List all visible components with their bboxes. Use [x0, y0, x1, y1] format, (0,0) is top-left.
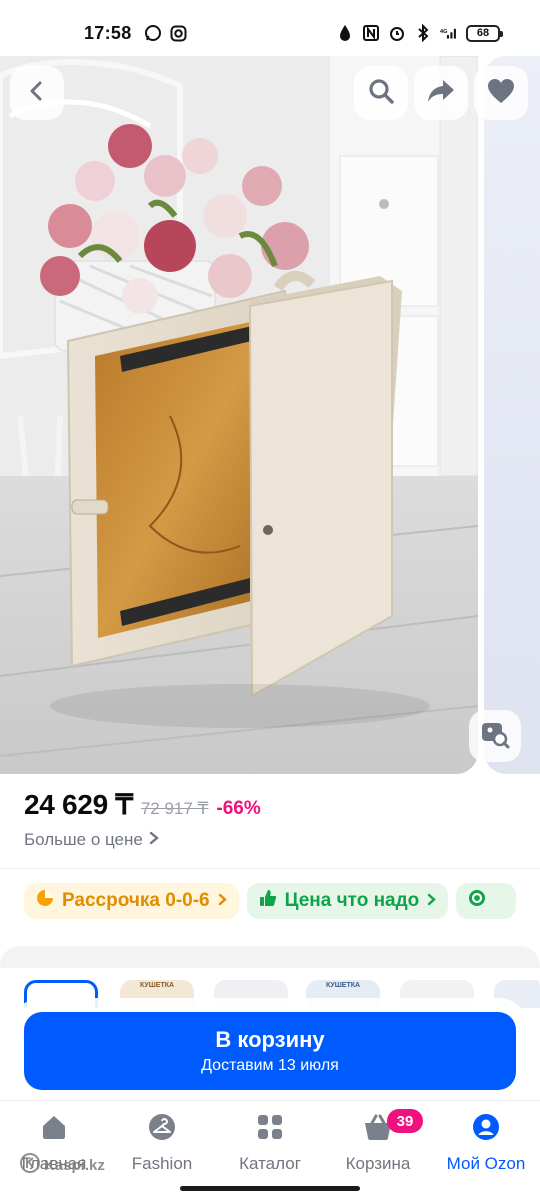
share-button[interactable]: [414, 66, 468, 120]
delivery-date-label: Доставим 13 июля: [201, 1057, 339, 1074]
installment-chip[interactable]: Рассрочка 0-0-6: [24, 883, 239, 919]
ruble-circle-icon: [468, 889, 486, 913]
variant-thumb[interactable]: [400, 980, 474, 1008]
status-notification-icons: [144, 24, 188, 42]
divider: [0, 868, 540, 869]
chevron-right-icon: [427, 890, 437, 912]
chevron-right-icon: [218, 890, 227, 912]
data-saver-icon: [336, 24, 354, 42]
chevron-right-icon: [149, 830, 159, 850]
good-price-label: Цена что надо: [284, 890, 420, 911]
whatsapp-icon: [144, 24, 162, 42]
nav-cart-label: Корзина: [345, 1154, 411, 1173]
bluetooth-icon: [414, 24, 432, 42]
favorite-button[interactable]: [474, 66, 528, 120]
status-time: 17:58: [84, 22, 132, 43]
installment-label: Рассрочка 0-0-6: [62, 890, 210, 911]
cashback-chip[interactable]: [456, 883, 517, 919]
profile-icon: [472, 1113, 500, 1146]
price-details-link[interactable]: Больше о цене: [24, 830, 159, 850]
nav-catalog-label: Каталог: [239, 1154, 301, 1173]
add-to-cart-label: В корзину: [215, 1027, 325, 1052]
status-system-icons: 4G 68: [336, 24, 503, 42]
search-button[interactable]: [354, 66, 408, 120]
variant-thumb[interactable]: КУШЕТКА: [306, 980, 380, 1008]
product-page: 17:58 4G 68 24 629 ₸ 72 917 ₸ -66% Больш…: [0, 0, 540, 1200]
nav-fashion-label: Fashion: [131, 1154, 193, 1173]
promo-chips: Рассрочка 0-0-6 Цена что надо: [24, 883, 517, 919]
kaspi-logo-icon: [20, 1153, 40, 1177]
nav-profile[interactable]: Мой Ozon: [432, 1101, 540, 1200]
variant-thumb[interactable]: [24, 980, 98, 1008]
bottom-navigation: Главная Fashion Каталог 39 Корзина Мой O…: [0, 1100, 540, 1200]
kaspi-watermark: Kaspi.kz: [20, 1153, 105, 1177]
grid-icon: [256, 1113, 284, 1146]
variant-thumb[interactable]: [494, 980, 540, 1008]
discount-badge: -66%: [216, 798, 261, 819]
image-search-button[interactable]: [469, 710, 521, 762]
product-photo[interactable]: [0, 56, 478, 774]
svg-text:4G: 4G: [440, 29, 447, 35]
share-arrow-icon: [426, 78, 456, 109]
nfc-icon: [362, 24, 380, 42]
variant-thumb[interactable]: КУШЕТКА: [120, 980, 194, 1008]
next-photo-peek[interactable]: [484, 56, 540, 774]
alarm-icon: [388, 24, 406, 42]
add-to-cart-button[interactable]: В корзину Доставим 13 июля: [24, 1012, 516, 1090]
nav-profile-label: Мой Ozon: [446, 1154, 526, 1173]
price-block: 24 629 ₸ 72 917 ₸ -66%: [24, 788, 261, 821]
old-price: 72 917 ₸: [140, 799, 209, 818]
price-details-label: Больше о цене: [24, 830, 143, 849]
signal-4g-icon: 4G: [440, 24, 458, 42]
nav-home[interactable]: Главная: [0, 1101, 108, 1200]
home-icon: [40, 1113, 68, 1146]
heart-icon: [487, 78, 515, 109]
battery-indicator: 68: [466, 24, 503, 42]
home-indicator[interactable]: [180, 1186, 360, 1191]
image-search-icon: [480, 719, 510, 754]
section-gap: [0, 946, 540, 968]
pie-icon: [36, 889, 54, 913]
thumbs-up-icon: [259, 889, 277, 913]
variant-thumb[interactable]: [214, 980, 288, 1008]
product-photo-illustration: [0, 56, 478, 774]
watermark-text: Kaspi.kz: [44, 1156, 105, 1174]
search-icon: [367, 77, 395, 110]
hanger-icon: [147, 1113, 177, 1146]
product-gallery[interactable]: [0, 56, 540, 774]
instagram-icon: [170, 24, 188, 42]
back-button[interactable]: [10, 66, 64, 120]
current-price: 24 629 ₸: [24, 789, 133, 820]
cart-count-badge: 39: [387, 1109, 423, 1133]
chevron-left-icon: [25, 79, 49, 108]
variant-thumbnails: КУШЕТКА КУШЕТКА: [0, 968, 540, 1008]
good-price-chip[interactable]: Цена что надо: [246, 883, 449, 919]
